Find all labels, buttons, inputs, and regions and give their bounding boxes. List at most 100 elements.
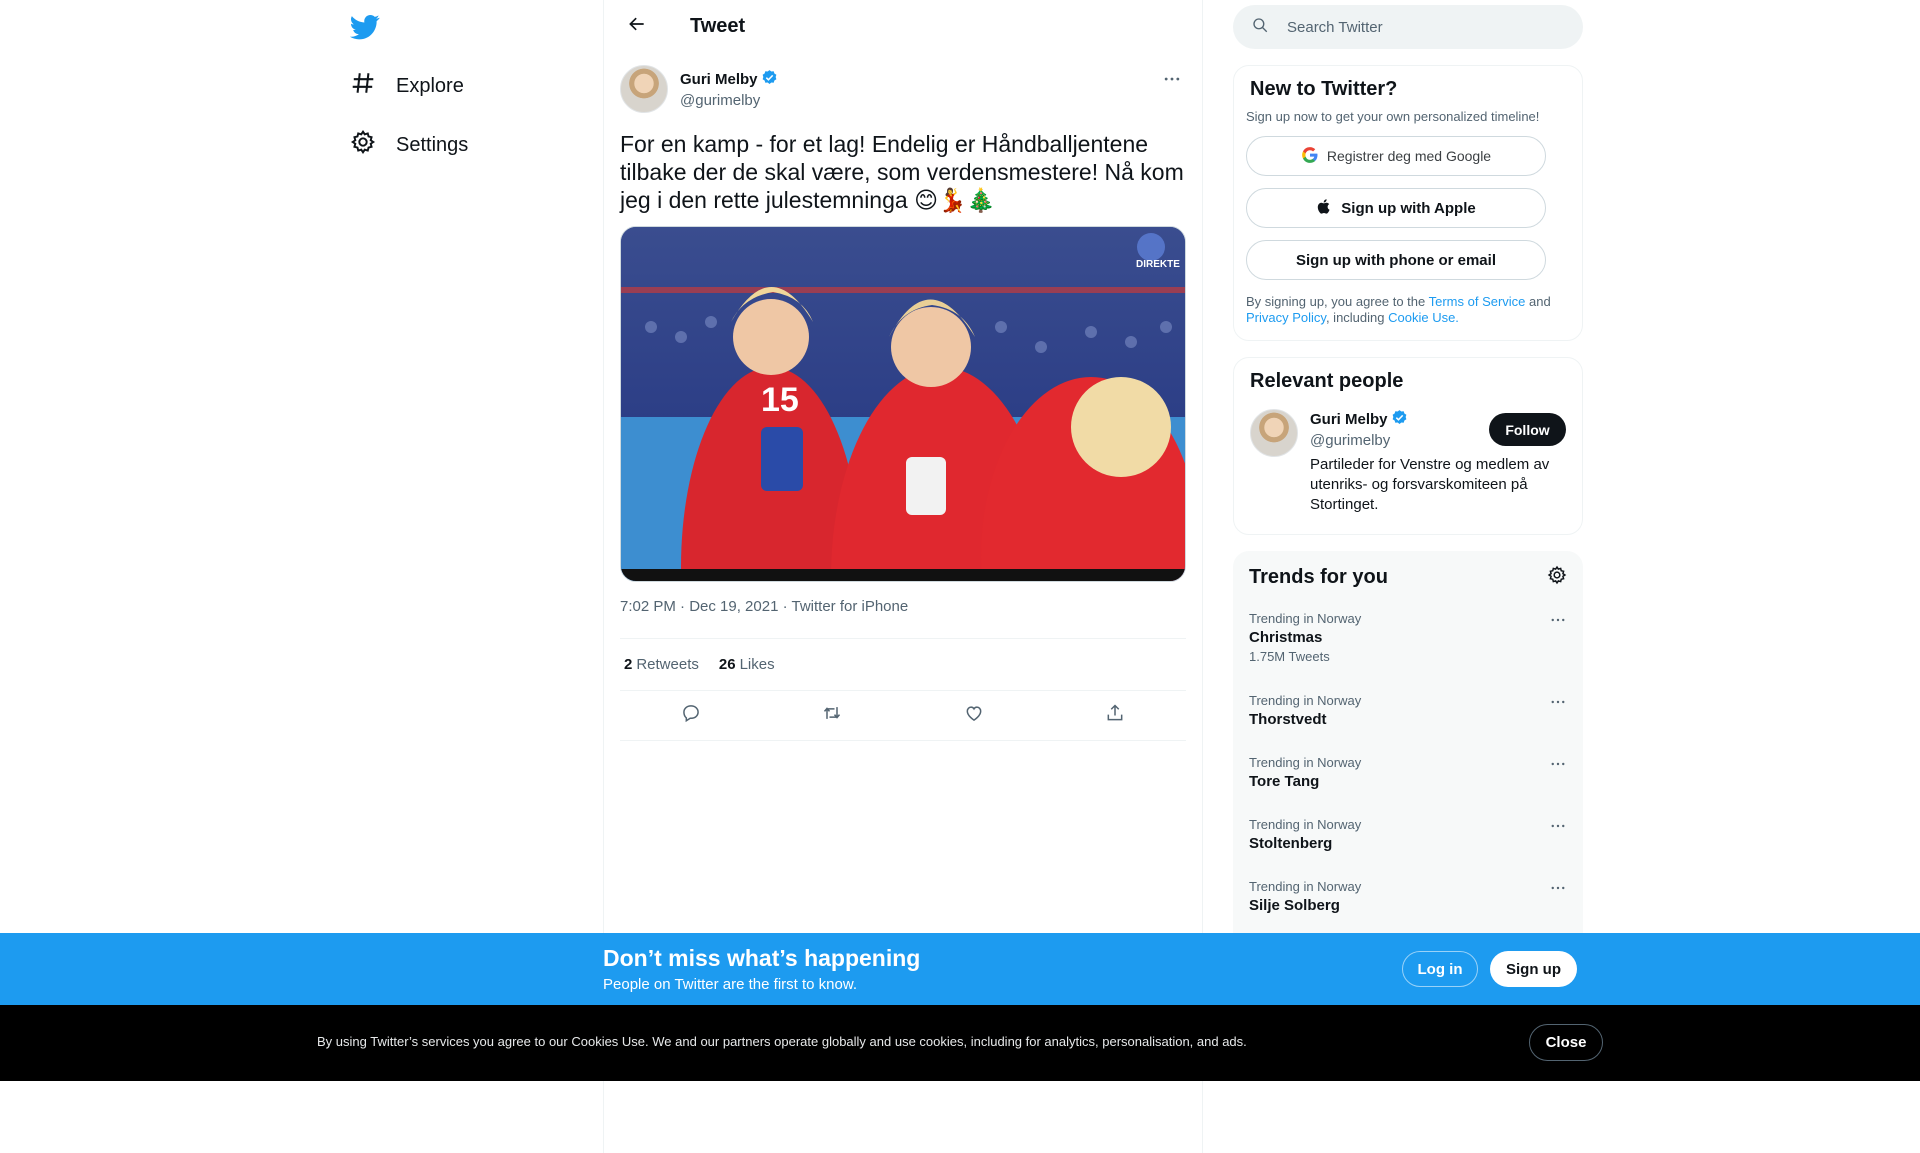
photo-illustration: 15 DIREKTE [621,227,1185,581]
more-horizontal-icon[interactable] [1549,693,1567,716]
trend-item[interactable]: Trending in Norway Thorstvedt [1233,693,1583,755]
relevant-title: Relevant people [1250,370,1404,392]
trend-name: Silje Solberg [1249,897,1340,914]
heart-icon [964,703,984,728]
search-icon [1251,16,1269,38]
phone-signup-label: Sign up with phone or email [1295,251,1496,269]
hashtag-icon [350,70,376,102]
verified-badge-icon [1391,409,1408,430]
cookie-text: By using Twitter’s services you agree to… [317,1034,1247,1049]
trend-context: Trending in Norway [1249,755,1362,770]
cookie-banner: By using Twitter’s services you agree to… [0,1005,1920,1081]
phone-signup-button[interactable]: Sign up with phone or email [1246,240,1546,280]
trend-item[interactable]: Trending in Norway Tore Tang [1233,755,1583,817]
nav-settings-label: Settings [396,133,469,156]
google-g-icon [1301,146,1319,167]
back-button[interactable] [620,10,654,44]
more-horizontal-icon[interactable] [1549,755,1567,778]
reply-button[interactable] [672,697,710,735]
retweet-icon [822,703,842,728]
trend-name: Stoltenberg [1249,835,1333,852]
trend-name: Christmas [1249,629,1323,646]
signup-legal: By signing up, you agree to the Terms of… [1246,294,1570,326]
author-name[interactable]: Guri Melby [680,71,758,88]
avatar[interactable] [620,65,668,113]
trends-settings-icon[interactable] [1547,565,1567,590]
search-input[interactable]: Search Twitter [1233,5,1583,49]
more-horizontal-icon [1162,69,1182,94]
reply-icon [681,703,701,728]
promo-subtitle: People on Twitter are the first to know. [603,976,858,993]
google-signup-button[interactable]: Registrer deg med Google [1246,136,1546,176]
page-title: Tweet [690,15,746,37]
share-icon [1105,703,1125,728]
relevant-name[interactable]: Guri Melby [1310,411,1388,428]
trend-context: Trending in Norway [1249,611,1362,626]
legal-text: and [1525,294,1551,309]
trend-context: Trending in Norway [1249,817,1362,832]
signup-subtitle: Sign up now to get your own personalized… [1246,109,1540,124]
retweets-stat[interactable]: 2 Retweets [624,656,699,673]
relevant-bio: Partileder for Venstre og medlem av uten… [1310,456,1550,513]
search-placeholder: Search Twitter [1287,18,1383,36]
verified-badge-icon [761,69,778,90]
likes-stat[interactable]: 26 Likes [719,656,775,673]
tweet-actions [620,691,1186,741]
trends-card: Trends for you Trending in Norway Christ… [1233,551,1583,971]
trend-name: Thorstvedt [1249,711,1327,728]
trend-item[interactable]: Trending in Norway Christmas 1.75M Tweet… [1233,611,1583,693]
signup-button[interactable]: Sign up [1490,951,1577,987]
trend-name: Tore Tang [1249,773,1320,790]
tweet-text: For en kamp - for et lag! Endelig er Hån… [620,131,1184,213]
tweet-author: Guri Melby @gurimelby [620,65,1186,118]
follow-button[interactable]: Follow [1489,413,1566,446]
trend-item[interactable]: Trending in Norway Silje Solberg [1233,879,1583,941]
likes-count: 26 [718,656,736,673]
terms-link[interactable]: Terms of Service [1429,294,1526,309]
relevant-person[interactable]: Guri Melby @gurimelby Partileder for Ven… [1250,409,1566,515]
nav-settings[interactable]: Settings [350,121,468,169]
page-header: Tweet [604,0,1202,53]
more-horizontal-icon[interactable] [1549,611,1567,634]
apple-signup-label: Sign up with Apple [1341,199,1476,217]
promo-title: Don’t miss what’s happening [603,945,921,971]
avatar[interactable] [1250,409,1298,457]
media-overlay-label: DIREKTE [1136,259,1180,270]
signup-title: New to Twitter? [1250,78,1398,100]
tweet-stats: 2 Retweets 26 Likes [620,638,1186,691]
apple-signup-button[interactable]: Sign up with Apple [1246,188,1546,228]
tweet-timestamp[interactable]: 7:02 PM · Dec 19, 2021 · Twitter for iPh… [620,598,1186,622]
retweets-label: Retweets [636,656,699,673]
privacy-link[interactable]: Privacy Policy [1246,310,1326,325]
nav-explore[interactable]: Explore [350,62,464,110]
login-promo-bar: Don’t miss what’s happening People on Tw… [0,933,1920,1005]
jersey-number: 15 [761,381,799,419]
likes-label: Likes [739,656,775,673]
relevant-people-card: Relevant people Guri Melby @gurimelby Pa… [1233,357,1583,535]
retweet-button[interactable] [813,697,851,735]
share-button[interactable] [1096,697,1134,735]
twitter-logo-icon[interactable] [349,12,386,44]
signup-card: New to Twitter? Sign up now to get your … [1233,65,1583,341]
close-button[interactable]: Close [1529,1024,1603,1061]
more-horizontal-icon[interactable] [1549,879,1567,902]
trend-count: 1.75M Tweets [1249,649,1330,664]
retweets-count: 2 [624,656,633,673]
google-signup-label: Registrer deg med Google [1326,148,1492,164]
tweet-photo[interactable]: 15 DIREKTE [620,226,1186,582]
more-options-button[interactable] [1158,67,1186,95]
more-horizontal-icon[interactable] [1549,817,1567,840]
gear-icon [350,129,376,161]
trend-context: Trending in Norway [1249,879,1362,894]
legal-text: , including [1325,310,1389,325]
trend-item[interactable]: Trending in Norway Stoltenberg [1233,817,1583,879]
cookie-link[interactable]: Cookie Use. [1388,310,1459,325]
right-sidebar: Search Twitter New to Twitter? Sign up n… [1233,0,1583,971]
arrow-left-icon [627,14,647,39]
apple-icon [1316,198,1333,219]
author-handle[interactable]: @gurimelby [680,92,778,109]
like-button[interactable] [955,697,993,735]
trend-context: Trending in Norway [1249,693,1362,708]
tweet: Guri Melby @gurimelby For en kamp - for … [604,53,1202,741]
login-button[interactable]: Log in [1402,951,1478,987]
